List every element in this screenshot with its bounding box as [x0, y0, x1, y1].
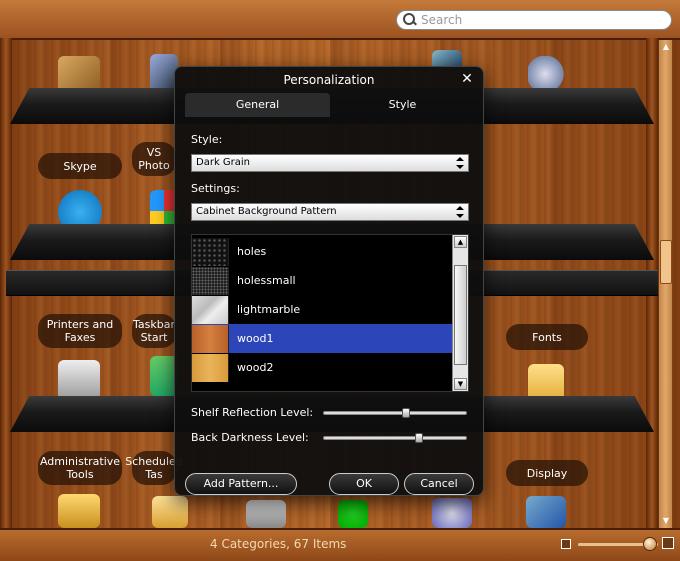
- vs-photo-label[interactable]: VS Photo: [132, 142, 176, 176]
- tab-general[interactable]: General: [185, 93, 330, 117]
- back-darkness-label: Back Darkness Level:: [191, 431, 309, 444]
- style-select-value: Dark Grain: [196, 157, 251, 168]
- pattern-list[interactable]: holes holessmall lightmarble wood1 wood2…: [191, 234, 469, 392]
- printers-label[interactable]: Printers and Faxes: [38, 314, 122, 348]
- printer-icon[interactable]: [58, 360, 100, 400]
- pattern-list-scrollbar[interactable]: ▲ ▼: [452, 235, 468, 391]
- pattern-name: wood2: [237, 361, 274, 374]
- cancel-button[interactable]: Cancel: [404, 473, 474, 495]
- status-text: 4 Categories, 67 Items: [210, 537, 347, 551]
- shelf-reflection-thumb[interactable]: [402, 408, 410, 418]
- scheduled-tasks-label[interactable]: Scheduled Tas: [125, 451, 183, 485]
- scanner-icon[interactable]: [246, 500, 286, 528]
- admin-tools-label[interactable]: Administrative Tools: [38, 451, 122, 485]
- search-box[interactable]: [396, 10, 672, 30]
- accessibility-icon[interactable]: [338, 500, 368, 528]
- pattern-row-holes[interactable]: holes: [192, 237, 454, 266]
- scroll-down-icon[interactable]: ▼: [659, 514, 673, 528]
- scroll-down-icon[interactable]: ▼: [454, 378, 467, 390]
- scrollbar-thumb[interactable]: [454, 265, 467, 365]
- scheduled-folder-icon[interactable]: [152, 496, 188, 528]
- style-select[interactable]: Dark Grain: [191, 154, 469, 172]
- zoom-in-icon[interactable]: [662, 537, 674, 549]
- display-icon[interactable]: [526, 496, 566, 528]
- style-label: Style:: [191, 133, 223, 146]
- add-remove-icon[interactable]: [432, 498, 472, 528]
- admin-folder-icon[interactable]: [58, 494, 100, 528]
- taskbar-label[interactable]: Taskbar Start: [132, 314, 176, 348]
- scroll-up-icon[interactable]: ▲: [659, 40, 673, 54]
- wood1-swatch: [192, 324, 229, 353]
- pattern-name: wood1: [237, 332, 274, 345]
- display-label[interactable]: Display: [506, 460, 588, 486]
- scrollbar-thumb[interactable]: [660, 240, 672, 284]
- zoom-out-icon[interactable]: [561, 539, 571, 549]
- close-icon[interactable]: ✕: [459, 71, 475, 87]
- search-icon: [403, 13, 417, 27]
- back-darkness-thumb[interactable]: [415, 433, 423, 443]
- spinner-arrows-icon: [456, 157, 464, 169]
- back-darkness-slider[interactable]: [323, 433, 467, 443]
- shelf-reflection-slider[interactable]: [323, 408, 467, 418]
- ok-button[interactable]: OK: [329, 473, 399, 495]
- pattern-name: holessmall: [237, 274, 296, 287]
- personalization-dialog: Personalization ✕ General Style Style: D…: [174, 66, 484, 496]
- fonts-label[interactable]: Fonts: [506, 324, 588, 350]
- add-pattern-button[interactable]: Add Pattern...: [185, 473, 297, 495]
- pattern-name: holes: [237, 245, 267, 258]
- pattern-name: lightmarble: [237, 303, 301, 316]
- spinner-arrows-icon: [456, 206, 464, 218]
- settings-select-value: Cabinet Background Pattern: [196, 206, 337, 217]
- dialog-tabs: General Style: [185, 93, 475, 117]
- tab-style[interactable]: Style: [330, 93, 475, 117]
- pattern-row-lightmarble[interactable]: lightmarble: [192, 295, 454, 324]
- holessmall-swatch: [192, 266, 229, 295]
- dialog-title: Personalization: [283, 73, 375, 87]
- settings-label: Settings:: [191, 182, 240, 195]
- lightmarble-swatch: [192, 295, 229, 324]
- pattern-row-wood1[interactable]: wood1: [192, 324, 454, 353]
- scroll-up-icon[interactable]: ▲: [454, 236, 467, 248]
- pattern-row-holessmall[interactable]: holessmall: [192, 266, 454, 295]
- shelf-reflection-label: Shelf Reflection Level:: [191, 406, 314, 419]
- wood2-swatch: [192, 353, 229, 382]
- cabinet-scrollbar[interactable]: ▲ ▼: [658, 40, 672, 528]
- skype-label[interactable]: Skype: [38, 153, 122, 179]
- holes-swatch: [192, 237, 229, 266]
- settings-select[interactable]: Cabinet Background Pattern: [191, 203, 469, 221]
- pattern-row-wood2[interactable]: wood2: [192, 353, 454, 382]
- search-input[interactable]: [417, 13, 657, 27]
- zoom-slider-thumb[interactable]: [643, 537, 657, 551]
